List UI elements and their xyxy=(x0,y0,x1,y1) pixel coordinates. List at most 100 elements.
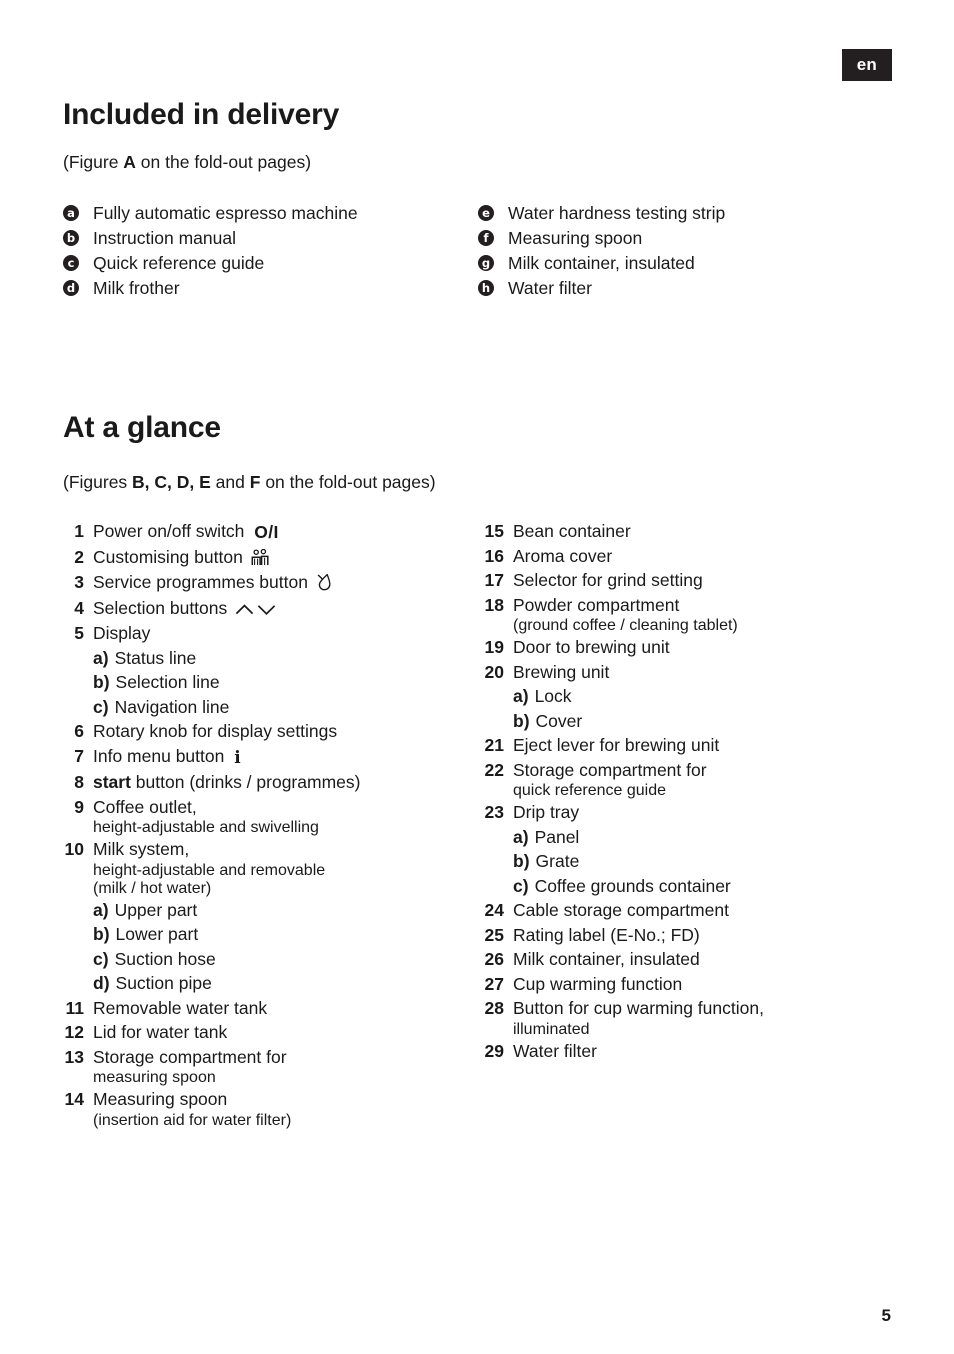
glance-subitem: a) Panel xyxy=(483,825,901,850)
glance-subitem: b) Lower part xyxy=(63,922,481,947)
glance-item-number: 23 xyxy=(484,802,504,822)
glance-item-19: 19 Door to brewing unit xyxy=(483,635,901,660)
bullet-marker-b: b xyxy=(63,230,79,246)
glance-subitem-label: Suction hose xyxy=(114,948,216,969)
glance-subitem-letter: a) xyxy=(513,686,529,706)
glance-subitem: c) Navigation line xyxy=(63,695,481,720)
glance-item-label: Removable water tank xyxy=(93,997,268,1018)
glance-item-label: Aroma cover xyxy=(513,545,613,566)
glance-subitem-letter: d) xyxy=(93,973,110,993)
glance-subitem-label: Grate xyxy=(535,851,580,871)
glance-subitem: c) Suction hose xyxy=(63,947,481,972)
manual-page: en Included in delivery (Figure A on the… xyxy=(0,0,954,1354)
glance-item-label: Service programmes button xyxy=(93,570,481,596)
glance-item-number: 24 xyxy=(484,900,504,920)
glance-item-label: Selector for grind setting xyxy=(513,570,703,590)
glance-item-continuation: quick reference guide xyxy=(513,782,666,799)
glance-subitem-label: Panel xyxy=(534,826,580,847)
bullet-marker-c: c xyxy=(63,255,79,271)
glance-item-number: 26 xyxy=(484,949,504,969)
glance-item-7: 7 Info menu button i xyxy=(63,744,481,771)
delivery-column-left: a Fully automatic espresso machine b Ins… xyxy=(63,201,478,301)
glance-item-number: 15 xyxy=(484,521,504,541)
glance-item-text: button (drinks / programmes) xyxy=(130,772,361,792)
glance-item-number: 10 xyxy=(64,839,84,859)
language-tab: en xyxy=(841,49,892,81)
page-title-included-in-delivery: Included in delivery xyxy=(63,98,340,131)
glance-item-21: 21 Eject lever for brewing unit xyxy=(483,733,901,758)
glance-item-label: Rating label (E-No.; FD) xyxy=(513,924,700,945)
glance-subitem: b) Selection line xyxy=(63,670,481,695)
glance-item-number: 16 xyxy=(484,545,504,566)
customising-personalisation-icon xyxy=(251,546,270,571)
glance-subitem-letter: b) xyxy=(93,672,110,692)
glance-item-label: Brewing unit xyxy=(513,661,610,682)
glance-item-number: 21 xyxy=(484,735,504,755)
glance-item-label: Lid for water tank xyxy=(93,1022,228,1042)
glance-item-number: 13 xyxy=(64,1046,84,1067)
glance-column-left: 1 Power on/off switch O/I 2 Customising … xyxy=(63,519,481,1130)
glance-item-number: 2 xyxy=(74,546,84,567)
glance-item-label: Water filter xyxy=(513,1040,597,1061)
figure-note-letter: A xyxy=(123,152,136,172)
list-item-label: Milk container, insulated xyxy=(508,253,695,273)
delivery-column-right: e Water hardness testing strip f Measuri… xyxy=(478,201,893,301)
glance-subitem-letter: b) xyxy=(513,851,530,871)
glance-item-6: 6 Rotary knob for display settings xyxy=(63,719,481,744)
glance-item-13: 13 Storage compartment for xyxy=(63,1045,481,1070)
glance-item-28: 28 Button for cup warming function, xyxy=(483,996,901,1021)
service-programmes-droplet-icon xyxy=(316,571,334,596)
glance-item-continuation: (ground coffee / cleaning tablet) xyxy=(513,617,738,634)
glance-item-number: 17 xyxy=(484,570,504,590)
glance-subitem-letter: b) xyxy=(513,710,530,731)
glance-item-number: 25 xyxy=(484,924,504,945)
glance-item-label: Display xyxy=(93,623,151,643)
glance-item-16: 16 Aroma cover xyxy=(483,544,901,569)
bullet-marker-d: d xyxy=(63,280,79,296)
page-title-at-a-glance: At a glance xyxy=(63,411,221,444)
glance-item-label: Storage compartment for xyxy=(513,759,707,780)
power-on-off-icon: O/I xyxy=(254,522,279,542)
glance-item-label: Cable storage compartment xyxy=(513,900,729,920)
glance-item-continuation: height-adjustable and swivelling xyxy=(93,819,319,836)
at-a-glance-list: 1 Power on/off switch O/I 2 Customising … xyxy=(63,519,923,1130)
glance-item-20: 20 Brewing unit xyxy=(483,660,901,685)
list-item-label: Measuring spoon xyxy=(508,228,643,248)
glance-item-label: Milk system, xyxy=(93,839,190,859)
glance-item-label: Coffee outlet, xyxy=(93,796,197,817)
included-in-delivery-figure-note: (Figure A on the fold-out pages) xyxy=(63,152,311,173)
glance-subitem: b) Grate xyxy=(483,849,901,874)
figure-note-suffix: on the fold-out pages) xyxy=(260,472,436,492)
glance-item-number: 7 xyxy=(74,745,84,766)
glance-item-label: Power on/off switch O/I xyxy=(93,519,481,545)
glance-item-8: 8 start button (drinks / programmes) xyxy=(63,770,481,795)
glance-item-25: 25 Rating label (E-No.; FD) xyxy=(483,923,901,948)
page-number: 5 xyxy=(881,1306,891,1325)
glance-item-number: 4 xyxy=(74,597,84,618)
glance-subitem-label: Lock xyxy=(534,686,572,706)
list-item: g Milk container, insulated xyxy=(478,251,893,276)
glance-subitem-letter: c) xyxy=(93,948,109,969)
list-item: h Water filter xyxy=(478,276,893,301)
glance-subitem: a) Upper part xyxy=(63,898,481,923)
list-item: d Milk frother xyxy=(63,276,478,301)
glance-item-continuation: height-adjustable and removable xyxy=(93,861,326,879)
glance-item-text: Info menu button xyxy=(93,745,230,766)
glance-item-number: 5 xyxy=(74,623,84,643)
bullet-marker-f: f xyxy=(478,230,494,246)
start-button-label: start xyxy=(93,772,131,792)
glance-item-number: 28 xyxy=(484,998,504,1018)
glance-subitem-letter: a) xyxy=(513,826,529,847)
glance-item-number: 12 xyxy=(64,1022,84,1042)
glance-subitem-label: Cover xyxy=(535,710,583,731)
glance-item-17: 17 Selector for grind setting xyxy=(483,568,901,593)
list-item: f Measuring spoon xyxy=(478,226,893,251)
figure-note-suffix: on the fold-out pages) xyxy=(135,152,312,172)
glance-item-number: 6 xyxy=(74,721,84,741)
glance-item-22: 22 Storage compartment for xyxy=(483,758,901,783)
glance-subitem: c) Coffee grounds container xyxy=(483,874,901,899)
list-item-label: Water hardness testing strip xyxy=(508,203,726,223)
list-item: c Quick reference guide xyxy=(63,251,478,276)
glance-subitem-label: Upper part xyxy=(114,899,198,920)
glance-item-label: Selection buttons xyxy=(93,596,481,622)
